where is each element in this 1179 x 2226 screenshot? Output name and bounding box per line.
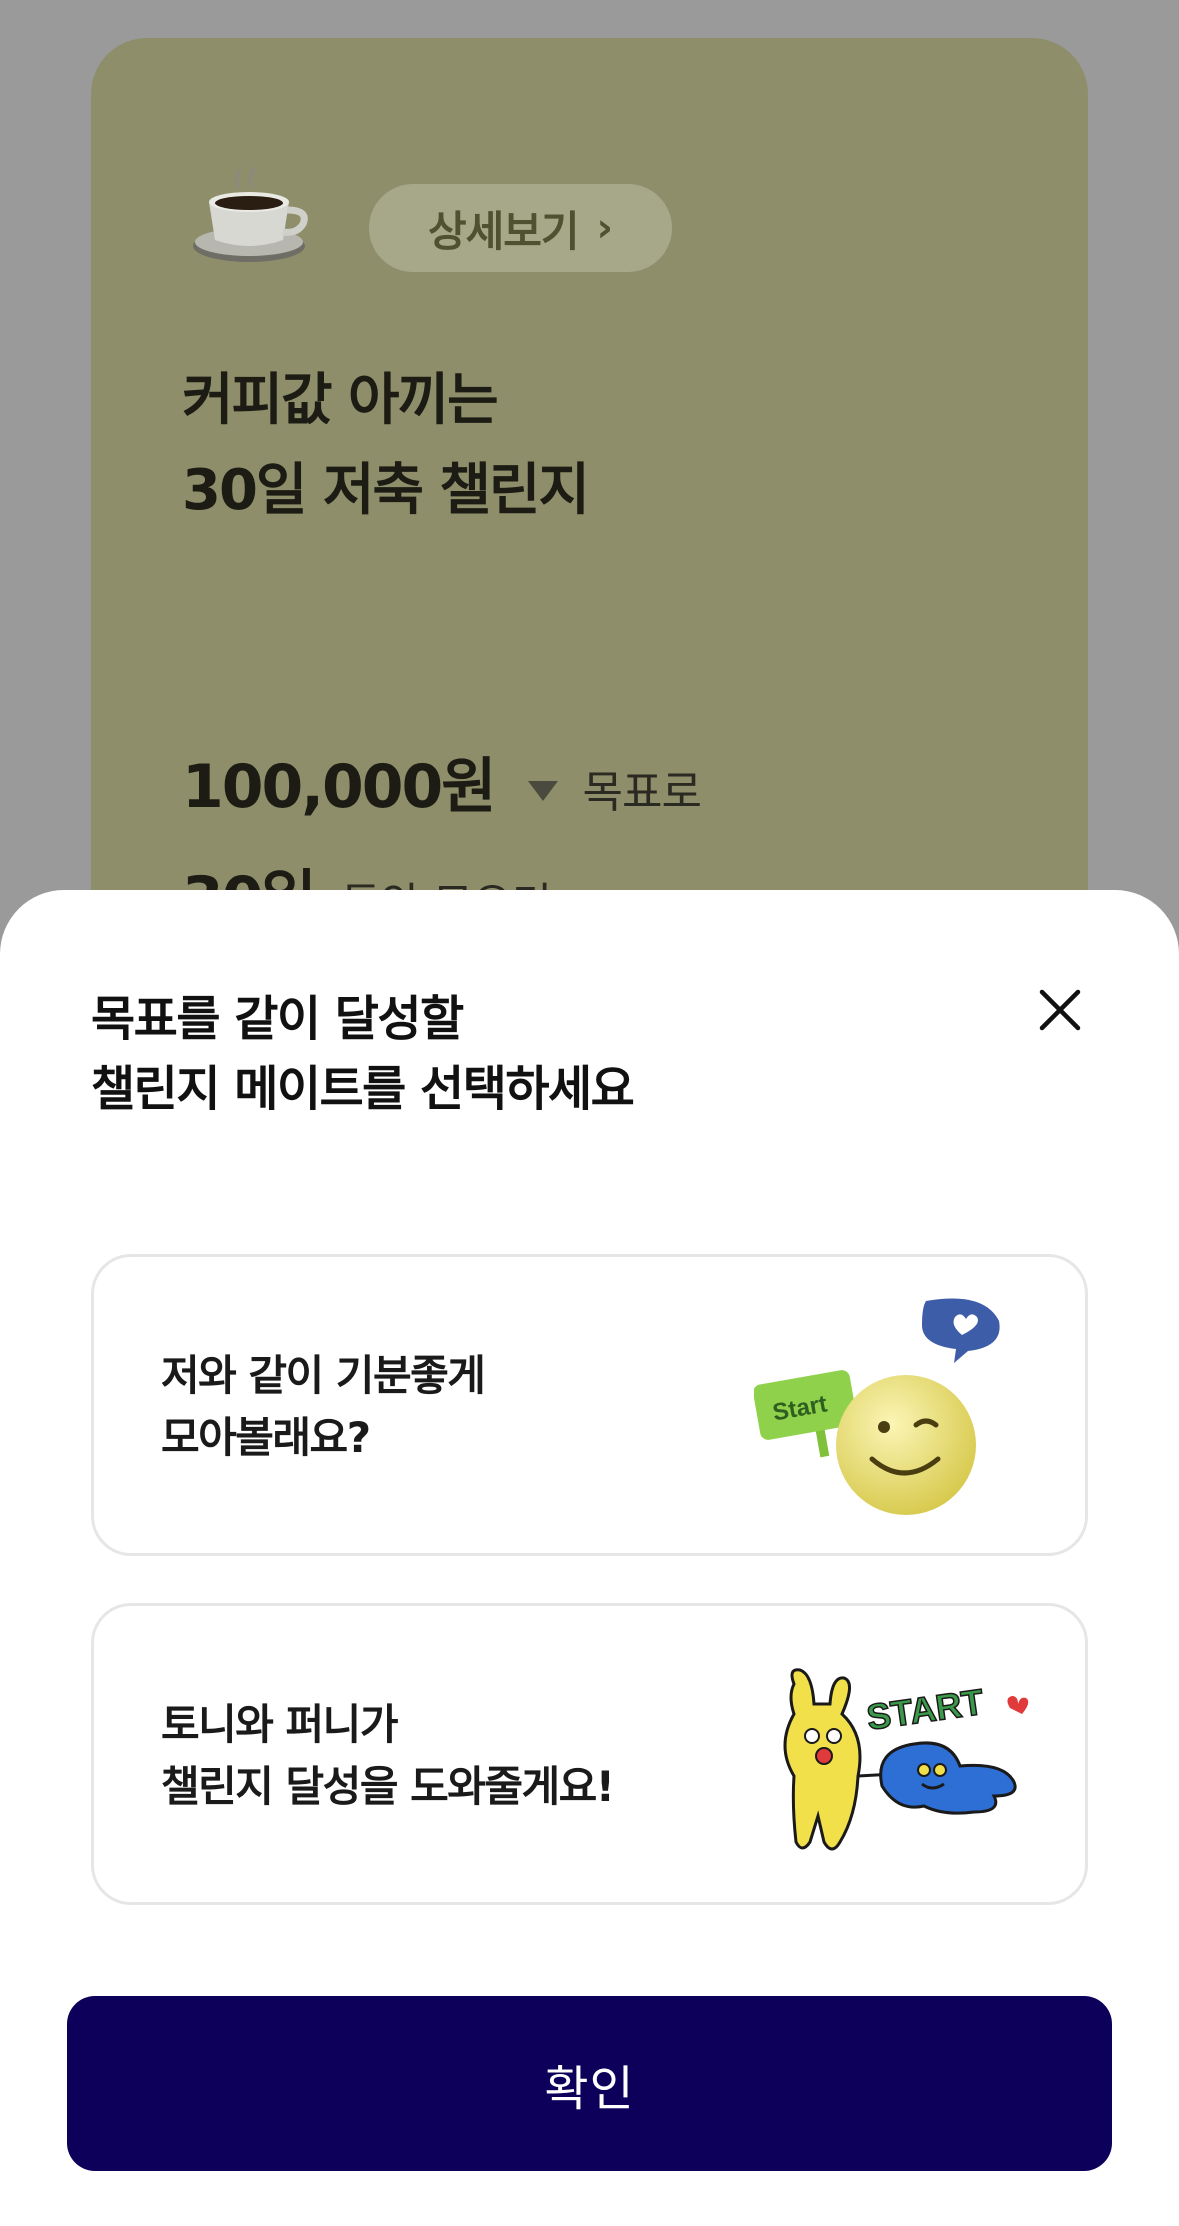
detail-button-label: 상세보기: [427, 206, 580, 256]
close-button[interactable]: [1034, 984, 1086, 1036]
mate-option-smiley[interactable]: 저와 같이 기분좋게 모아볼래요? Start: [91, 1254, 1088, 1556]
mate-option-tony-funny[interactable]: 토니와 퍼니가 챌린지 달성을 도와줄게요! START: [91, 1603, 1088, 1905]
confirm-button-label: 확인: [544, 2060, 635, 2117]
mate-option-text: 토니와 퍼니가 챌린지 달성을 도와줄게요!: [161, 1694, 615, 1818]
coffee-icon: [187, 158, 311, 270]
chevron-right-icon: ›: [596, 205, 614, 251]
mate-option-line1: 저와 같이 기분좋게: [161, 1351, 486, 1400]
winking-smiley-icon: Start: [753, 1297, 1034, 1527]
goal-amount-suffix: 목표로: [582, 767, 701, 818]
sheet-title-line2: 챌린지 메이트를 선택하세요: [91, 1061, 635, 1117]
mate-option-text: 저와 같이 기분좋게 모아볼래요?: [161, 1345, 486, 1469]
detail-button[interactable]: 상세보기 ›: [369, 184, 672, 272]
screen: 상세보기 › 커피값 아끼는 30일 저축 챌린지 100,000원 목표로 3…: [0, 0, 1179, 2226]
start-banner-text: START: [864, 1681, 986, 1738]
sheet-title: 목표를 같이 달성할 챌린지 메이트를 선택하세요: [91, 984, 991, 1124]
challenge-title-line2: 30일 저축 챌린지: [182, 458, 590, 523]
close-icon: [1039, 989, 1081, 1031]
challenge-title: 커피값 아끼는 30일 저축 챌린지: [182, 356, 982, 536]
mate-select-sheet: 목표를 같이 달성할 챌린지 메이트를 선택하세요 저와 같이 기분좋게 모아볼…: [0, 890, 1179, 2226]
goal-amount: 100,000원: [182, 752, 496, 822]
mate-option-line2: 모아볼래요?: [161, 1413, 371, 1462]
challenge-card: 상세보기 › 커피값 아끼는 30일 저축 챌린지 100,000원 목표로 3…: [91, 38, 1088, 998]
tony-funny-characters-icon: START: [774, 1666, 1034, 1866]
goal-amount-row: 100,000원 목표로: [182, 738, 702, 825]
challenge-title-line1: 커피값 아끼는: [182, 368, 499, 433]
caret-down-icon[interactable]: [528, 780, 559, 801]
mate-option-line1: 토니와 퍼니가: [161, 1700, 398, 1749]
mate-option-line2: 챌린지 달성을 도와줄게요!: [161, 1762, 615, 1811]
confirm-button[interactable]: 확인: [67, 1996, 1112, 2171]
sheet-title-line1: 목표를 같이 달성할: [91, 991, 464, 1047]
